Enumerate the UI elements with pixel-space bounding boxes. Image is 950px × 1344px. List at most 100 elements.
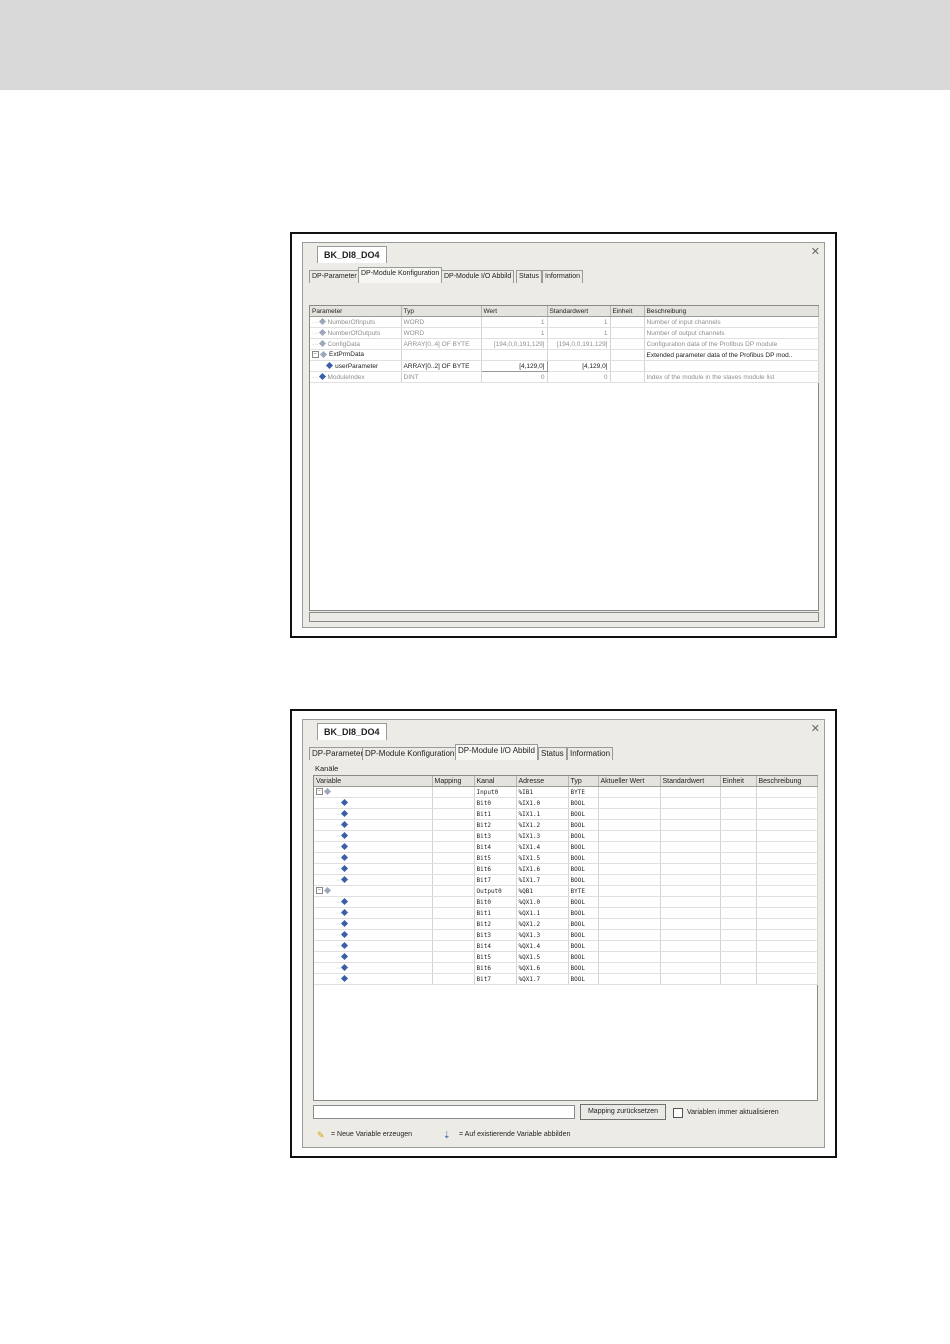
einheit-cell bbox=[720, 841, 757, 853]
table-row[interactable]: ·· Bit3 %QX1.3 BOOL bbox=[314, 929, 818, 941]
beschreibung-cell bbox=[756, 863, 818, 875]
map-variable-icon[interactable] bbox=[340, 942, 348, 950]
mapping-cell bbox=[432, 907, 475, 919]
table-row[interactable]: − ExtPrmData Extended parameter data of t… bbox=[310, 349, 819, 361]
kanal-cell: Bit0 bbox=[474, 797, 517, 809]
table-row[interactable]: − Input0 %IB1 BYTE bbox=[314, 786, 818, 798]
table-row[interactable]: ·· Bit3 %IX1.3 BOOL bbox=[314, 830, 818, 842]
adresse-cell: %IX1.5 bbox=[516, 852, 569, 864]
col-beschreibung[interactable]: Beschreibung bbox=[756, 776, 818, 787]
standardwert-cell bbox=[660, 841, 721, 853]
tab-information[interactable]: Information bbox=[567, 747, 614, 760]
document-tab[interactable]: BK_DI8_DO4 bbox=[317, 246, 387, 263]
tab-status[interactable]: Status bbox=[516, 270, 542, 283]
col-typ[interactable]: Typ bbox=[568, 776, 599, 787]
tab-status[interactable]: Status bbox=[538, 747, 567, 760]
typ-cell: BOOL bbox=[568, 852, 599, 864]
map-variable-icon[interactable] bbox=[340, 931, 348, 939]
table-row[interactable]: ·· Bit6 %QX1.6 BOOL bbox=[314, 962, 818, 974]
collapse-icon[interactable]: − bbox=[316, 887, 323, 895]
table-row[interactable]: ·· Bit0 %QX1.0 BOOL bbox=[314, 896, 818, 908]
kanal-cell: Bit4 bbox=[474, 940, 517, 952]
adresse-cell: %IX1.6 bbox=[516, 863, 569, 875]
aktueller-wert-cell bbox=[598, 940, 661, 952]
channel-grid-panel: Variable Mapping Kanal Adresse Typ Aktue… bbox=[313, 775, 818, 1101]
map-variable-icon[interactable] bbox=[340, 975, 348, 983]
col-standardwert[interactable]: Standardwert bbox=[547, 306, 611, 317]
kanal-cell: Bit0 bbox=[474, 896, 517, 908]
beschreibung-cell bbox=[756, 973, 818, 985]
table-row[interactable]: ·· Bit2 %QX1.2 BOOL bbox=[314, 918, 818, 930]
col-variable[interactable]: Variable bbox=[314, 776, 433, 787]
map-variable-icon[interactable] bbox=[340, 953, 348, 961]
table-row[interactable]: ·· Bit7 %QX1.7 BOOL bbox=[314, 973, 818, 985]
col-standardwert[interactable]: Standardwert bbox=[660, 776, 721, 787]
table-row[interactable]: ··· ModuleIndex DINT 0 0 Index of the mod… bbox=[310, 371, 819, 383]
adresse-cell: %IX1.0 bbox=[516, 797, 569, 809]
tab-dp-module-io-abbild[interactable]: DP-Module I/O Abbild bbox=[441, 270, 515, 283]
table-row[interactable]: ·· Bit6 %IX1.6 BOOL bbox=[314, 863, 818, 875]
tab-information[interactable]: Information bbox=[542, 270, 584, 283]
table-row[interactable]: − Output0 %QB1 BYTE bbox=[314, 885, 818, 897]
col-adresse[interactable]: Adresse bbox=[516, 776, 569, 787]
collapse-icon[interactable]: − bbox=[316, 788, 323, 796]
map-variable-icon[interactable] bbox=[340, 876, 348, 884]
close-icon[interactable]: ✕ bbox=[811, 245, 820, 258]
table-row[interactable]: ·· Bit4 %IX1.4 BOOL bbox=[314, 841, 818, 853]
filter-input[interactable] bbox=[313, 1105, 575, 1119]
einheit-cell bbox=[720, 929, 757, 941]
adresse-cell: %QX1.6 bbox=[516, 962, 569, 974]
map-variable-icon[interactable] bbox=[340, 810, 348, 818]
mapping-cell bbox=[432, 786, 475, 798]
map-variable-icon[interactable] bbox=[340, 909, 348, 917]
table-row[interactable]: · userParameter ARRAY[0..2] OF BYTE [4,12… bbox=[310, 360, 819, 372]
map-variable-icon[interactable] bbox=[340, 898, 348, 906]
collapse-icon[interactable]: − bbox=[312, 351, 319, 359]
table-row[interactable]: ·· Bit2 %IX1.2 BOOL bbox=[314, 819, 818, 831]
col-aktueller-wert[interactable]: Aktueller Wert bbox=[598, 776, 661, 787]
table-row[interactable]: ··· NumberOfOutputs WORD 1 1 Number of ou… bbox=[310, 327, 819, 339]
map-variable-icon[interactable] bbox=[340, 964, 348, 972]
tab-dp-module-io-abbild[interactable]: DP-Module I/O Abbild bbox=[455, 744, 538, 760]
table-row[interactable]: ·· Bit4 %QX1.4 BOOL bbox=[314, 940, 818, 952]
wert-input[interactable]: [4,129,0] bbox=[480, 360, 548, 372]
table-row[interactable]: ··· ConfigData ARRAY[0..4] OF BYTE [194,0… bbox=[310, 338, 819, 350]
typ-cell: BOOL bbox=[568, 841, 599, 853]
table-row[interactable]: ·· Bit7 %IX1.7 BOOL bbox=[314, 874, 818, 886]
close-icon[interactable]: ✕ bbox=[811, 722, 820, 735]
einheit-cell bbox=[720, 918, 757, 930]
col-einheit[interactable]: Einheit bbox=[720, 776, 757, 787]
tab-dp-parameter[interactable]: DP-Parameter bbox=[309, 747, 367, 760]
table-row[interactable]: ·· Bit5 %IX1.5 BOOL bbox=[314, 852, 818, 864]
map-variable-icon[interactable] bbox=[340, 821, 348, 829]
mapping-cell bbox=[432, 830, 475, 842]
tab-dp-parameter[interactable]: DP-Parameter bbox=[309, 270, 360, 283]
map-variable-icon[interactable] bbox=[340, 799, 348, 807]
map-variable-icon[interactable] bbox=[340, 843, 348, 851]
table-row[interactable]: ··· NumberOfInputs WORD 1 1 Number of inp… bbox=[310, 316, 819, 328]
col-wert[interactable]: Wert bbox=[481, 306, 548, 317]
always-update-checkbox[interactable] bbox=[673, 1108, 683, 1118]
col-typ[interactable]: Typ bbox=[401, 306, 482, 317]
map-variable-icon[interactable] bbox=[340, 832, 348, 840]
adresse-cell: %QX1.3 bbox=[516, 929, 569, 941]
reset-mapping-button[interactable]: Mapping zurücksetzen bbox=[580, 1104, 666, 1120]
map-variable-icon[interactable] bbox=[340, 854, 348, 862]
map-variable-icon[interactable] bbox=[340, 920, 348, 928]
table-row[interactable]: ·· Bit1 %IX1.1 BOOL bbox=[314, 808, 818, 820]
map-variable-icon[interactable] bbox=[340, 865, 348, 873]
col-beschreibung[interactable]: Beschreibung bbox=[644, 306, 819, 317]
table-row[interactable]: ·· Bit0 %IX1.0 BOOL bbox=[314, 797, 818, 809]
tab-dp-module-konfiguration[interactable]: DP-Module Konfiguration bbox=[358, 267, 443, 283]
table-row[interactable]: ·· Bit5 %QX1.5 BOOL bbox=[314, 951, 818, 963]
col-einheit[interactable]: Einheit bbox=[610, 306, 645, 317]
adresse-cell: %QB1 bbox=[516, 885, 569, 897]
aktueller-wert-cell bbox=[598, 907, 661, 919]
col-kanal[interactable]: Kanal bbox=[474, 776, 517, 787]
col-parameter[interactable]: Parameter bbox=[310, 306, 402, 317]
document-tab[interactable]: BK_DI8_DO4 bbox=[317, 723, 387, 740]
standardwert-cell bbox=[660, 852, 721, 864]
table-row[interactable]: ·· Bit1 %QX1.1 BOOL bbox=[314, 907, 818, 919]
tab-dp-module-konfiguration[interactable]: DP-Module Konfiguration bbox=[362, 747, 458, 760]
col-mapping[interactable]: Mapping bbox=[432, 776, 475, 787]
